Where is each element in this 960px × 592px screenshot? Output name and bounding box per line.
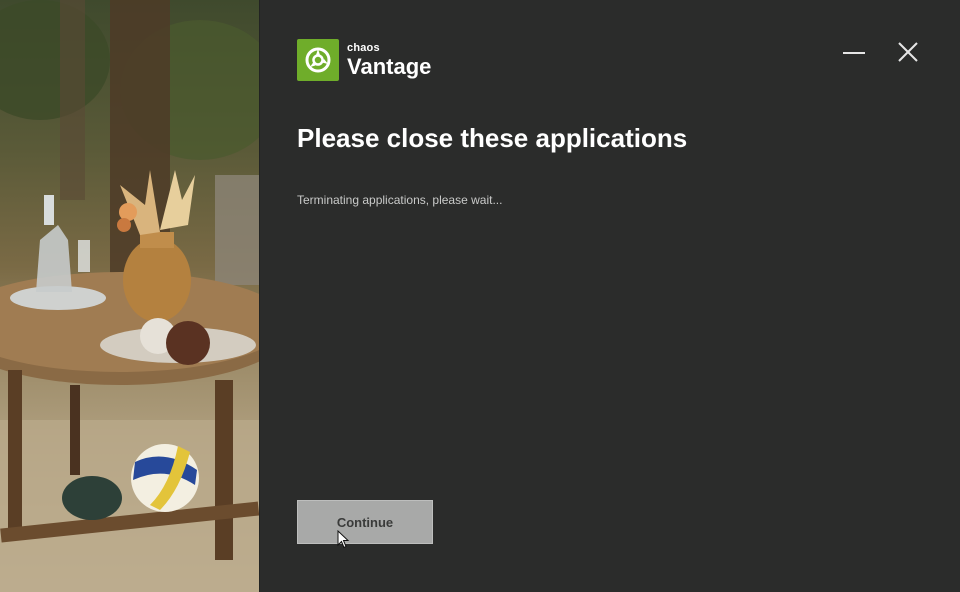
- hero-image: [0, 0, 259, 592]
- close-icon: [898, 42, 918, 62]
- close-button[interactable]: [894, 38, 922, 66]
- brand-product: Vantage: [347, 53, 432, 79]
- brand-company: chaos: [347, 41, 380, 54]
- continue-button[interactable]: Continue: [297, 500, 433, 544]
- installer-panel: chaos Vantage Please close these applica…: [260, 0, 960, 592]
- minimize-button[interactable]: [840, 38, 868, 66]
- mouse-cursor-icon: [337, 530, 350, 549]
- minimize-icon: [843, 52, 865, 54]
- vantage-logo-icon: [297, 39, 339, 81]
- patio-table-illustration: [0, 0, 259, 592]
- status-text: Terminating applications, please wait...: [297, 193, 503, 207]
- page-title: Please close these applications: [297, 123, 688, 153]
- vantage-logo: chaos Vantage: [297, 39, 431, 81]
